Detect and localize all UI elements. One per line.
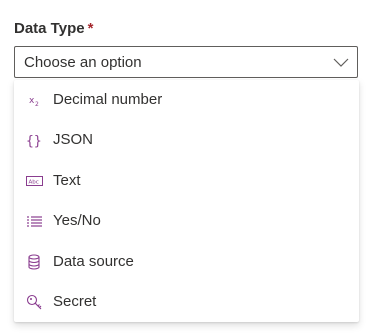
menu-item-text[interactable]: Abc Text [14,161,359,201]
text-abc-icon: Abc [26,173,44,189]
dropdown-menu: x 2 Decimal number {} JSON Abc Text Yes/… [14,80,359,322]
menu-item-label: Text [53,172,81,189]
menu-item-json[interactable]: {} JSON [14,120,359,160]
menu-item-decimal-number[interactable]: x 2 Decimal number [14,80,359,120]
menu-item-secret[interactable]: Secret [14,282,359,322]
svg-text:2: 2 [35,101,39,108]
menu-item-yes-no[interactable]: Yes/No [14,201,359,241]
key-icon [26,294,44,310]
json-braces-icon: {} [26,132,44,148]
menu-item-label: Decimal number [53,91,163,108]
dropdown-placeholder: Choose an option [24,54,142,71]
data-type-dropdown[interactable]: Choose an option [14,46,358,78]
data-type-label: Data Type * [14,19,93,39]
database-icon [26,254,44,270]
list-icon [26,213,44,229]
chevron-down-icon [333,55,349,69]
menu-item-label: Yes/No [53,212,101,229]
required-asterisk: * [87,20,94,37]
svg-text:Abc: Abc [29,180,39,186]
decimal-number-icon: x 2 [26,92,44,108]
svg-text:{}: {} [26,134,42,148]
menu-item-label: JSON [53,131,94,148]
menu-item-label: Data source [53,253,134,270]
menu-item-label: Secret [53,293,97,310]
menu-item-data-source[interactable]: Data source [14,242,359,282]
field-label-text: Data Type [14,20,85,37]
